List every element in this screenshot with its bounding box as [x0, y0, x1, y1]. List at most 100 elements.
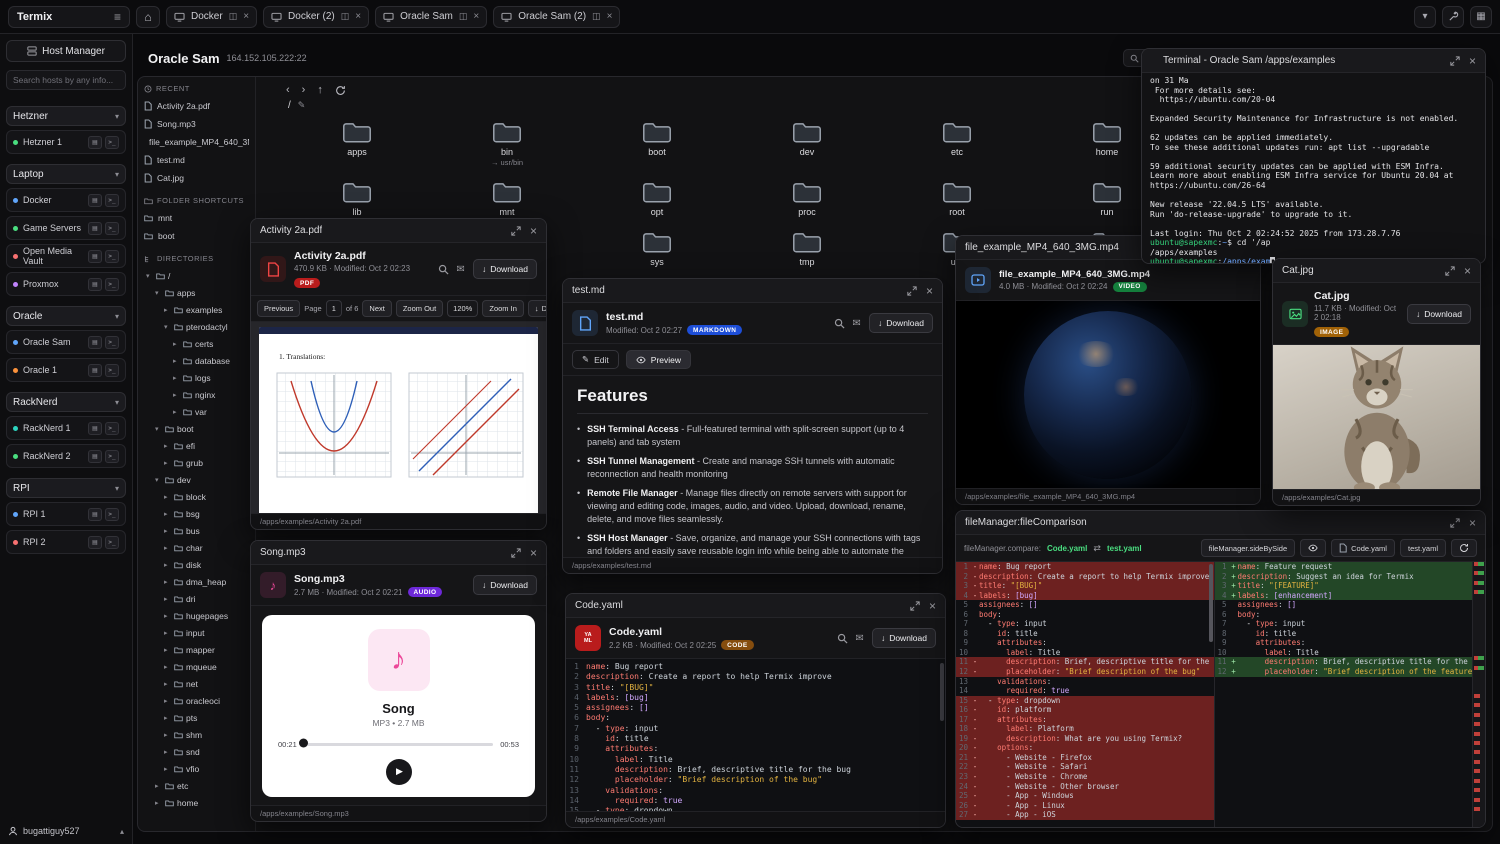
window-titlebar[interactable]: Code.yaml ×	[566, 594, 945, 618]
swap-icon[interactable]: ⇄	[1093, 543, 1101, 554]
chevron-right-icon[interactable]: ▸	[173, 340, 180, 348]
host-manager-button[interactable]: Host Manager	[6, 40, 126, 62]
download-button[interactable]: ↓Download	[473, 575, 537, 595]
next-page-button[interactable]: Next	[362, 300, 391, 317]
window-titlebar[interactable]: Activity 2a.pdf ×	[251, 219, 546, 243]
window-titlebar[interactable]: test.md ×	[563, 279, 942, 303]
grid-folder-item[interactable]: dev	[747, 121, 867, 167]
host-files-button[interactable]: ▤	[88, 536, 102, 549]
host-row[interactable]: Laptop ▾ ▤ >_	[6, 164, 126, 184]
grid-folder-item[interactable]: proc	[747, 181, 867, 217]
chevron-right-icon[interactable]: ▸	[164, 459, 171, 467]
tree-node[interactable]: ▾ ▸ oracleoci	[144, 692, 249, 709]
tree-node[interactable]: ▾ ▸ apps	[144, 284, 249, 301]
previous-page-button[interactable]: Previous	[257, 300, 300, 317]
session-tab[interactable]: Oracle Sam (2) ◫ ×	[493, 6, 620, 28]
scrollbar-thumb[interactable]	[940, 663, 944, 721]
host-terminal-button[interactable]: >_	[105, 222, 119, 235]
grid-folder-item[interactable]: opt	[597, 181, 717, 217]
tree-node[interactable]: ▾ ▸ etc	[144, 777, 249, 794]
tree-node[interactable]: ▾ ▸ shm	[144, 726, 249, 743]
chevron-down-icon[interactable]: ▾	[115, 484, 119, 493]
expand-icon[interactable]	[910, 601, 920, 611]
home-tab[interactable]: ⌂	[136, 6, 160, 28]
expand-icon[interactable]	[907, 286, 917, 296]
tree-node[interactable]: ▾ ▸ home	[144, 794, 249, 811]
play-button[interactable]: ▶	[386, 759, 412, 785]
chevron-right-icon[interactable]: ▸	[164, 663, 171, 671]
grid-folder-item[interactable]: lib	[297, 181, 417, 217]
window-titlebar[interactable]: Terminal - Oracle Sam /apps/examples ×	[1142, 49, 1485, 73]
scrollbar-thumb[interactable]	[1209, 564, 1213, 642]
chevron-right-icon[interactable]: ▸	[164, 442, 171, 450]
tree-node[interactable]: ▾ ▸ pts	[144, 709, 249, 726]
tree-node[interactable]: ▾ ▸ mqueue	[144, 658, 249, 675]
chevron-right-icon[interactable]: ▸	[164, 765, 171, 773]
host-row[interactable]: RackNerd 2 ▾ ▤ >_	[6, 444, 126, 468]
chevron-right-icon[interactable]: ▸	[164, 493, 171, 501]
chevron-down-icon[interactable]: ▾	[115, 112, 119, 121]
tree-node[interactable]: ▾ ▸ dri	[144, 590, 249, 607]
close-tab-icon[interactable]: ×	[607, 11, 613, 22]
host-terminal-button[interactable]: >_	[105, 336, 119, 349]
host-row[interactable]: Hetzner 1 ▾ ▤ >_	[6, 130, 126, 154]
preview-tab[interactable]: Preview	[626, 350, 691, 369]
code-editor[interactable]: 1name: Bug report 2description: Create a…	[566, 659, 945, 811]
chevron-right-icon[interactable]: ▸	[164, 306, 171, 314]
shortcut-item[interactable]: mnt	[144, 209, 249, 227]
download-button[interactable]: ↓Download	[1407, 304, 1471, 324]
chevron-right-icon[interactable]: ▸	[173, 391, 180, 399]
chevron-right-icon[interactable]: ▸	[155, 782, 162, 790]
nav-up-icon[interactable]: ↑	[317, 84, 323, 96]
tree-node[interactable]: ▾ ▸ char	[144, 539, 249, 556]
admin-button[interactable]	[1442, 6, 1464, 28]
search-icon[interactable]	[438, 264, 449, 275]
host-terminal-button[interactable]: >_	[105, 422, 119, 435]
expand-icon[interactable]	[1445, 266, 1455, 276]
close-tab-icon[interactable]: ×	[355, 11, 361, 22]
host-files-button[interactable]: ▤	[88, 422, 102, 435]
chevron-down-icon[interactable]: ▾	[115, 312, 119, 321]
tree-node[interactable]: ▾ ▸ boot	[144, 420, 249, 437]
tree-node[interactable]: ▾ ▸ dma_heap	[144, 573, 249, 590]
expand-icon[interactable]	[1450, 56, 1460, 66]
host-row[interactable]: RPI 2 ▾ ▤ >_	[6, 530, 126, 554]
chevron-right-icon[interactable]: ▸	[155, 799, 162, 807]
host-files-button[interactable]: ▤	[88, 136, 102, 149]
tree-node[interactable]: ▾ ▸ snd	[144, 743, 249, 760]
seek-slider[interactable]	[304, 743, 493, 746]
tree-node[interactable]: ▾ ▸ pterodactyl	[144, 318, 249, 335]
nav-back-icon[interactable]: ‹	[286, 84, 290, 96]
tree-node[interactable]: ▾ ▸ bus	[144, 522, 249, 539]
tree-node[interactable]: ▾ ▸ logs	[144, 369, 249, 386]
sidebar-footer[interactable]: bugattiguy527 ▴	[8, 826, 124, 836]
host-terminal-button[interactable]: >_	[105, 450, 119, 463]
chevron-right-icon[interactable]: ▸	[164, 629, 171, 637]
grid-folder-item[interactable]: root	[897, 181, 1017, 217]
tree-node[interactable]: ▾ ▸ /	[144, 267, 249, 284]
slider-thumb[interactable]	[299, 738, 308, 747]
window-titlebar[interactable]: Cat.jpg ×	[1273, 259, 1480, 283]
zoom-out-button[interactable]: Zoom Out	[396, 300, 443, 317]
apps-grid-button[interactable]: ▦	[1470, 6, 1492, 28]
grid-folder-item[interactable]: boot	[597, 121, 717, 167]
recent-file-item[interactable]: file_example_MP4_640_3MG...	[144, 133, 249, 151]
host-files-button[interactable]: ▤	[88, 278, 102, 291]
grid-folder-item[interactable]: tmp	[747, 231, 867, 267]
tree-node[interactable]: ▾ ▸ certs	[144, 335, 249, 352]
host-row[interactable]: RackNerd 1 ▾ ▤ >_	[6, 416, 126, 440]
terminal-output[interactable]: on 31 Ma For more details see: https://u…	[1142, 73, 1485, 263]
tree-node[interactable]: ▾ ▸ bsg	[144, 505, 249, 522]
tree-node[interactable]: ▾ ▸ mapper	[144, 641, 249, 658]
expand-icon[interactable]	[511, 548, 521, 558]
split-view-icon[interactable]: ◫	[229, 11, 238, 22]
host-row[interactable]: Docker ▾ ▤ >_	[6, 188, 126, 212]
split-view-icon[interactable]: ◫	[459, 11, 468, 22]
chevron-right-icon[interactable]: ▸	[164, 697, 171, 705]
nav-forward-icon[interactable]: ›	[302, 84, 306, 96]
tree-node[interactable]: ▾ ▸ examples	[144, 301, 249, 318]
session-tab[interactable]: Docker ◫ ×	[166, 6, 257, 28]
brand-box[interactable]: Termix ≡	[8, 6, 130, 28]
tree-node[interactable]: ▾ ▸ dev	[144, 471, 249, 488]
side-by-side-button[interactable]: fileManager.sideBySide	[1201, 539, 1295, 557]
